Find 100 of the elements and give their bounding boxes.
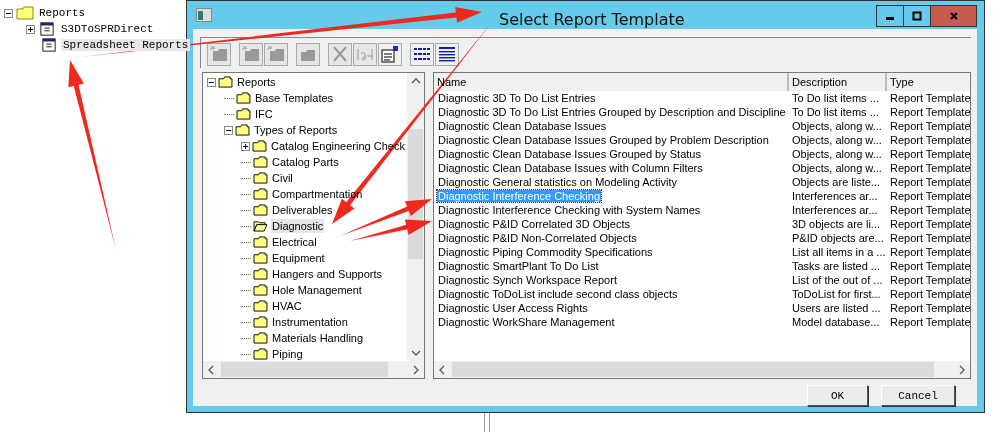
ok-button[interactable]: OK — [807, 385, 868, 406]
table-cell-text: Report Template — [889, 288, 970, 300]
table-cell-text: Report Template — [889, 260, 970, 272]
tree-item[interactable]: Types of Reports — [253, 123, 339, 137]
list-item[interactable]: Diagnostic 3D To Do List Entries Grouped by Description and Discipline — [437, 106, 787, 118]
tree-item[interactable]: Equipment — [271, 251, 326, 265]
folder-icon — [16, 6, 34, 20]
folder-icon — [253, 300, 268, 312]
collapse-icon[interactable] — [224, 125, 233, 135]
list-item[interactable]: Diagnostic Interference Checking with System Names — [437, 204, 702, 216]
tree-item[interactable]: HVAC — [271, 299, 303, 313]
table-cell-text: Objects, along w... — [791, 162, 883, 174]
tree-item[interactable]: Reports — [236, 75, 277, 89]
vertical-scrollbar[interactable] — [407, 73, 424, 361]
table-cell-text: List all items in a ... — [791, 246, 887, 258]
folder-icon — [253, 156, 268, 168]
table-cell-text: Report Template — [889, 162, 970, 174]
tree-item[interactable]: Spreadsheet Reports — [61, 39, 191, 51]
folder-icon — [253, 268, 268, 280]
column-header[interactable]: Description — [789, 73, 887, 91]
table-cell-text: Tasks are listed ... — [791, 260, 882, 272]
list-item[interactable]: Diagnostic Piping Commodity Specifications — [437, 246, 654, 258]
list-item[interactable]: Diagnostic Clean Database Issues Grouped by Status — [437, 148, 702, 160]
table-cell-text: Report Template — [889, 190, 970, 202]
list-item[interactable]: Diagnostic P&ID Non-Correlated Objects — [437, 232, 638, 244]
tree-item[interactable]: Base Templates — [254, 91, 335, 105]
list-item[interactable]: Diagnostic General statistics on Modeling Activity — [437, 176, 679, 188]
toolbar-button[interactable] — [410, 42, 434, 66]
folder-icon — [253, 348, 268, 360]
collapse-icon[interactable] — [4, 8, 13, 18]
folder-icon — [253, 204, 268, 216]
tree-item[interactable]: Reports — [37, 7, 88, 19]
column-header[interactable]: Type — [887, 73, 970, 91]
folder-icon — [252, 140, 267, 152]
folder-icon — [253, 188, 268, 200]
expand-icon[interactable] — [241, 141, 250, 151]
close-icon — [948, 11, 959, 21]
tree-item[interactable]: Hole Management — [271, 283, 363, 297]
table-cell-text: Users are listed ... — [791, 302, 882, 314]
cancel-button[interactable]: Cancel — [881, 385, 955, 406]
document-icon — [40, 38, 58, 52]
table-cell-text: Interferences ar... — [791, 190, 879, 202]
horizontal-scrollbar[interactable] — [434, 361, 970, 378]
app-icon — [196, 8, 212, 22]
tree-item[interactable]: Materials Handling — [271, 331, 365, 345]
table-cell-text: Report Template — [889, 218, 970, 230]
folder-icon — [253, 252, 268, 264]
tree-item[interactable]: Electrical — [271, 235, 318, 249]
new-folder-icon — [266, 45, 286, 63]
tree-item[interactable]: Catalog Parts — [271, 155, 340, 169]
folder-icon — [218, 76, 233, 88]
toolbar-button[interactable] — [435, 42, 459, 66]
list-item[interactable]: Diagnostic Clean Database Issues Grouped by Problem Description — [437, 134, 770, 146]
list-item[interactable]: Diagnostic P&ID Correlated 3D Objects — [437, 218, 631, 230]
list-item[interactable]: Diagnostic 3D To Do List Entries — [437, 92, 597, 104]
tree-item[interactable]: IFC — [254, 107, 274, 121]
tree-item[interactable]: Piping — [271, 347, 304, 361]
table-cell-text: Report Template — [889, 246, 970, 258]
tree-item[interactable]: Instrumentation — [271, 315, 349, 329]
table-cell-text: Report Template — [889, 148, 970, 160]
list-item[interactable]: Diagnostic WorkShare Management — [437, 316, 616, 328]
folder-icon — [253, 236, 268, 248]
list-item[interactable]: Diagnostic Clean Database Issues — [437, 120, 608, 132]
window-title: Select Report Template — [499, 10, 685, 29]
tree-item[interactable]: Civil — [271, 171, 294, 185]
list-item[interactable]: Diagnostic Synch Workspace Report — [437, 274, 618, 286]
tree-item[interactable]: Diagnostic — [271, 219, 325, 233]
table-cell-text: Objects are liste... — [791, 176, 882, 188]
collapse-icon[interactable] — [207, 77, 216, 87]
folder-icon — [253, 316, 268, 328]
table-cell-text: List of the out of ... — [791, 274, 884, 286]
folder-icon — [253, 332, 268, 344]
toolbar-button[interactable] — [378, 42, 402, 66]
list-item[interactable]: Diagnostic User Access Rights — [437, 302, 589, 314]
details-view-icon — [437, 45, 457, 63]
close-button[interactable] — [931, 6, 976, 26]
expand-icon[interactable] — [26, 24, 35, 34]
table-cell-text: To Do list items ... — [791, 92, 880, 104]
document-icon — [38, 22, 56, 36]
properties-icon — [380, 45, 400, 63]
table-cell-text: Model database... — [791, 316, 881, 328]
table-cell-text: Interferences ar... — [791, 204, 879, 216]
list-item[interactable]: Diagnostic SmartPlant To Do List — [437, 260, 600, 272]
tree-item[interactable]: S3DToSPRDirect — [59, 23, 156, 35]
folder-icon — [253, 172, 268, 184]
table-cell-text: Report Template — [889, 232, 970, 244]
table-cell-text: Report Template — [889, 176, 970, 188]
horizontal-scrollbar[interactable] — [203, 361, 424, 378]
folder-icon — [235, 124, 250, 136]
table-cell-text: ToDoList for first... — [791, 288, 882, 300]
list-item[interactable]: Diagnostic Clean Database Issues with Column Filters — [437, 162, 704, 174]
table-cell-text: Report Template — [889, 316, 970, 328]
table-cell-text: Report Template — [889, 274, 970, 286]
list-item[interactable]: Diagnostic ToDoList include second class objects — [437, 288, 679, 300]
tree-item[interactable]: Hangers and Supports — [271, 267, 384, 281]
tree-item[interactable]: Deliverables — [271, 203, 334, 217]
maximize-icon — [912, 11, 922, 21]
table-cell-text: Report Template — [889, 106, 970, 118]
open-folder-icon — [253, 220, 268, 232]
table-cell-text: Report Template — [889, 204, 970, 216]
